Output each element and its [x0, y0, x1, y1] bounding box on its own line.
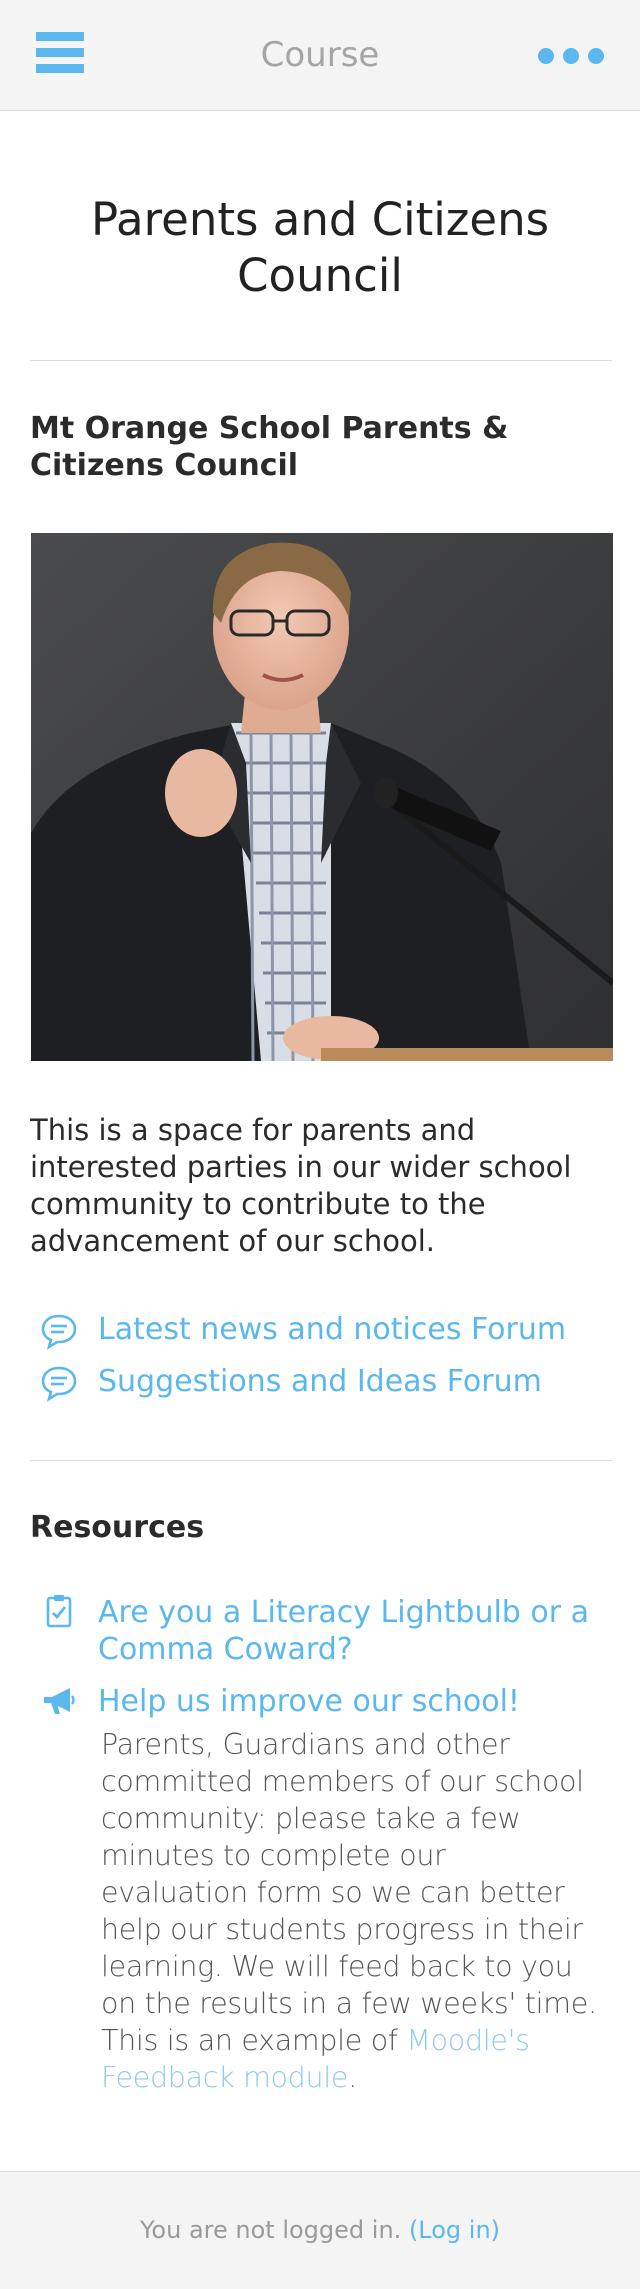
- login-link[interactable]: (Log in): [409, 2216, 500, 2244]
- speaker-photo: [31, 533, 613, 1061]
- feedback-description-end: .: [348, 2061, 357, 2094]
- activity-label[interactable]: Suggestions and Ideas Forum: [98, 1360, 542, 1404]
- more-options-icon[interactable]: [538, 48, 604, 64]
- resource-link-feedback[interactable]: Help us improve our school!: [98, 1683, 618, 1720]
- resource-link-literacy-quiz[interactable]: Are you a Literacy Lightbulb or a Comma …: [98, 1594, 618, 1668]
- activity-label[interactable]: Latest news and notices Forum: [98, 1308, 566, 1352]
- top-bar: Course: [0, 0, 640, 111]
- section-summary: This is a space for parents and interest…: [30, 1113, 572, 1258]
- forum-icon: [41, 1366, 77, 1402]
- footer: You are not logged in. (Log in): [0, 2171, 640, 2289]
- forum-icon: [41, 1314, 77, 1350]
- resources-title: Resources: [30, 1510, 205, 1545]
- forum-link-suggestions[interactable]: Suggestions and Ideas Forum: [40, 1360, 620, 1404]
- section-title: Mt Orange School Parents & Citizens Coun…: [30, 411, 509, 483]
- feedback-description-text: Parents, Guardians and other committed m…: [101, 1728, 597, 2057]
- quiz-icon: [46, 1595, 72, 1628]
- feedback-description: Parents, Guardians and other committed m…: [101, 1726, 601, 2096]
- page-title: Parents and Citizens Council: [90, 193, 550, 302]
- login-status-text: You are not logged in.: [139, 2216, 409, 2244]
- feedback-megaphone-icon: [44, 1688, 75, 1714]
- forum-link-latest-news[interactable]: Latest news and notices Forum: [40, 1308, 620, 1352]
- divider: [30, 1460, 612, 1461]
- divider: [30, 360, 612, 361]
